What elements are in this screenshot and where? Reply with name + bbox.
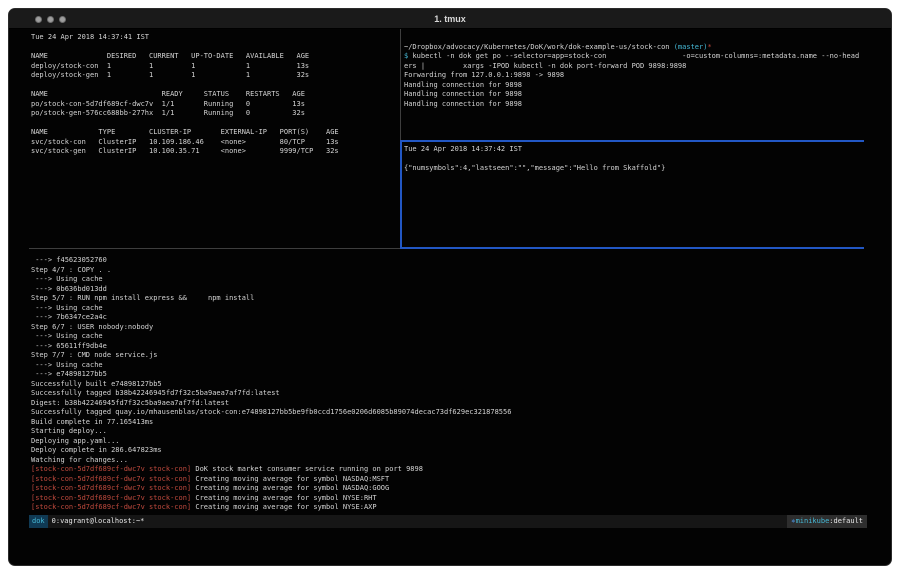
active-pane-border-bottom — [400, 247, 864, 249]
pod-log-message: DoK stock market consumer service runnin… — [191, 465, 423, 473]
terminal-line: Handling connection for 9898 — [404, 81, 866, 91]
terminal-line: deploy/stock-gen 1 1 1 1 32s — [31, 71, 396, 81]
terminal-line: Step 7/7 : CMD node service.js — [31, 351, 867, 361]
terminal-line: Watching for changes... — [31, 456, 867, 466]
terminal-line: Step 5/7 : RUN npm install express && np… — [31, 294, 867, 304]
terminal-window: 1. tmux Tue 24 Apr 2018 14:37:41 IST NAM… — [8, 8, 892, 566]
terminal-line: Handling connection for 9898 — [404, 90, 866, 100]
terminal-line — [404, 33, 866, 43]
terminal-line: Tue 24 Apr 2018 14:37:41 IST — [31, 33, 396, 43]
terminal-line: Handling connection for 9898 — [404, 100, 866, 110]
terminal-line — [404, 155, 866, 165]
terminal-line: ---> 0b636bd013dd — [31, 285, 867, 295]
pane-divider-vertical-inactive — [400, 29, 401, 141]
terminal-line: ---> Using cache — [31, 361, 867, 371]
terminal-line — [31, 81, 396, 91]
terminal-line: svc/stock-gen ClusterIP 10.100.35.71 <no… — [31, 147, 396, 157]
terminal-line: NAME TYPE CLUSTER-IP EXTERNAL-IP PORT(S)… — [31, 128, 396, 138]
terminal-line: ---> e74898127bb5 — [31, 370, 867, 380]
pod-log-message: Creating moving average for symbol NYSE:… — [191, 494, 376, 502]
terminal-line: ers | xargs -IPOD kubectl -n dok port-fo… — [404, 62, 866, 72]
terminal-line: NAME DESIRED CURRENT UP-TO-DATE AVAILABL… — [31, 52, 396, 62]
window-title: 1. tmux — [9, 9, 891, 29]
terminal-line: [stock-con-5d7df689cf-dwc7v stock-con] C… — [31, 475, 867, 485]
git-dirty-flag: * — [707, 43, 711, 51]
terminal-line: Step 4/7 : COPY . . — [31, 266, 867, 276]
terminal-line: Deploy complete in 286.647823ms — [31, 446, 867, 456]
pane-skaffold-log[interactable]: ---> f45623052760 Step 4/7 : COPY . . --… — [31, 256, 867, 513]
terminal-line: ---> Using cache — [31, 304, 867, 314]
terminal-line: $ kubectl -n dok get po --selector=app=s… — [404, 52, 866, 62]
active-pane-border-top — [400, 140, 864, 142]
terminal-line: Step 6/7 : USER nobody:nobody — [31, 323, 867, 333]
terminal-line — [31, 119, 396, 129]
session-name-badge: dok — [29, 515, 48, 528]
terminal-line: deploy/stock-con 1 1 1 1 13s — [31, 62, 396, 72]
status-right-segment: ⎈minikube:default — [787, 515, 867, 528]
terminal-line: Starting deploy... — [31, 427, 867, 437]
terminal-line: Successfully tagged b38b42246945fd7f32c5… — [31, 389, 867, 399]
status-window-tab[interactable]: 0:vagrant@localhost:~* — [48, 515, 145, 528]
terminal-line: NAME READY STATUS RESTARTS AGE — [31, 90, 396, 100]
terminal-line: po/stock-con-5d7df689cf-dwc7v 1/1 Runnin… — [31, 100, 396, 110]
pod-log-prefix: [stock-con-5d7df689cf-dwc7v stock-con] — [31, 494, 191, 502]
terminal-line: svc/stock-con ClusterIP 10.109.186.46 <n… — [31, 138, 396, 148]
terminal-line: ---> 7b6347ce2a4c — [31, 313, 867, 323]
terminal-line: Successfully tagged quay.io/mhausenblas/… — [31, 408, 867, 418]
pane-divider-horizontal-inactive — [29, 248, 400, 249]
terminal-line: [stock-con-5d7df689cf-dwc7v stock-con] D… — [31, 465, 867, 475]
tmux-status-bar: dok 0:vagrant@localhost:~* ⎈minikube:def… — [29, 515, 867, 528]
shell-command: kubectl -n dok get po --selector=app=sto… — [412, 52, 859, 60]
terminal-line: ---> Using cache — [31, 332, 867, 342]
terminal-line: Build complete in 77.165413ms — [31, 418, 867, 428]
pane-service-response[interactable]: Tue 24 Apr 2018 14:37:42 IST {"numsymbol… — [404, 145, 866, 174]
terminal-line: {"numsymbols":4,"lastseen":"","message":… — [404, 164, 866, 174]
terminal-line: ---> Using cache — [31, 275, 867, 285]
active-pane-border-left — [400, 140, 402, 249]
terminal-line: ~/Dropbox/advocacy/Kubernetes/DoK/work/d… — [404, 43, 866, 53]
prompt-path: ~/Dropbox/advocacy/Kubernetes/DoK/work/d… — [404, 43, 674, 51]
pane-kubectl-watch[interactable]: Tue 24 Apr 2018 14:37:41 IST NAME DESIRE… — [31, 33, 396, 157]
pod-log-prefix: [stock-con-5d7df689cf-dwc7v stock-con] — [31, 503, 191, 511]
terminal-line — [31, 43, 396, 53]
kube-cluster-label: minikube — [796, 517, 830, 525]
pod-log-message: Creating moving average for symbol NASDA… — [191, 484, 389, 492]
pod-log-message: Creating moving average for symbol NYSE:… — [191, 503, 376, 511]
git-branch-label: (master) — [674, 43, 708, 51]
terminal-line: ---> f45623052760 — [31, 256, 867, 266]
terminal-line: po/stock-gen-576cc688bb-277hx 1/1 Runnin… — [31, 109, 396, 119]
pod-log-prefix: [stock-con-5d7df689cf-dwc7v stock-con] — [31, 484, 191, 492]
terminal-line: ---> 65611ff9db4e — [31, 342, 867, 352]
terminal-line: Forwarding from 127.0.0.1:9898 -> 9898 — [404, 71, 866, 81]
pod-log-message: Creating moving average for symbol NASDA… — [191, 475, 389, 483]
terminal-line: [stock-con-5d7df689cf-dwc7v stock-con] C… — [31, 494, 867, 504]
pane-port-forward[interactable]: ~/Dropbox/advocacy/Kubernetes/DoK/work/d… — [404, 33, 866, 109]
terminal-line: Tue 24 Apr 2018 14:37:42 IST — [404, 145, 866, 155]
terminal-line: Deploying app.yaml... — [31, 437, 867, 447]
terminal-line: Successfully built e74898127bb5 — [31, 380, 867, 390]
terminal-line: [stock-con-5d7df689cf-dwc7v stock-con] C… — [31, 484, 867, 494]
pod-log-prefix: [stock-con-5d7df689cf-dwc7v stock-con] — [31, 475, 191, 483]
terminal-line: Digest: b38b42246945fd7f32c5ba9aea7af7fd… — [31, 399, 867, 409]
kube-context-label: :default — [829, 517, 863, 525]
title-bar[interactable]: 1. tmux — [9, 9, 891, 29]
terminal-line: [stock-con-5d7df689cf-dwc7v stock-con] C… — [31, 503, 867, 513]
pod-log-prefix: [stock-con-5d7df689cf-dwc7v stock-con] — [31, 465, 191, 473]
